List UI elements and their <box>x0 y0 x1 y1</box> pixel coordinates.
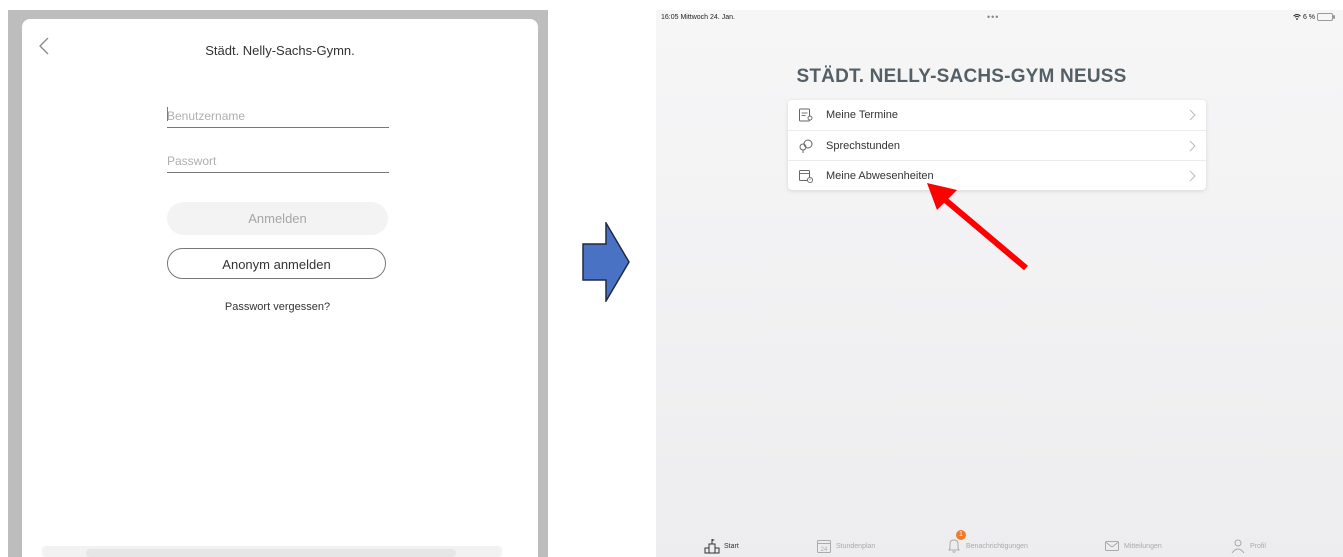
notification-badge: 1 <box>956 530 966 540</box>
svg-text:24: 24 <box>821 547 828 553</box>
person-icon <box>1231 539 1245 554</box>
menu-item-label: Meine Abwesenheiten <box>826 170 934 182</box>
app-home-screen: 16:05 Mittwoch 24. Jan. ••• 6 % STÄDT. N… <box>656 10 1343 557</box>
speech-bubbles-icon <box>799 139 813 153</box>
login-screen-frame: Städt. Nelly-Sachs-Gymn. Anmelden Anonym… <box>8 10 548 557</box>
battery-percent: 6 % <box>1302 13 1315 21</box>
calendar-person-icon <box>799 108 813 122</box>
tab-label: Benachrichtigungen <box>966 542 1028 550</box>
chevron-right-icon <box>1189 170 1196 182</box>
menu-item-sprechstunden[interactable]: Sprechstunden <box>788 130 1206 161</box>
status-indicators: 6 % <box>1293 13 1335 21</box>
chevron-right-icon <box>1189 140 1196 152</box>
tab-label: Mitteilungen <box>1124 542 1162 550</box>
menu-item-meine-termine[interactable]: Meine Termine <box>788 100 1206 130</box>
keyboard-assist-bar <box>42 546 502 557</box>
page-title: STÄDT. NELLY-SACHS-GYM NEUSS <box>796 66 1127 87</box>
login-sheet: Städt. Nelly-Sachs-Gymn. Anmelden Anonym… <box>22 19 538 557</box>
bell-icon <box>948 539 960 553</box>
forgot-password-link[interactable]: Passwort vergessen? <box>167 301 388 313</box>
calendar-clock-icon <box>799 170 814 184</box>
text-cursor <box>167 107 168 121</box>
tab-start[interactable]: Start <box>704 537 739 555</box>
chevron-right-icon <box>1189 109 1196 121</box>
keyboard-assist-bar-inner <box>86 549 456 557</box>
tab-profil[interactable]: Profil <box>1230 537 1266 555</box>
username-field[interactable] <box>167 105 389 128</box>
envelope-icon <box>1105 541 1119 551</box>
menu-card: Meine Termine Sprechstunden Meine Abwese… <box>788 100 1206 190</box>
tab-stundenplan[interactable]: 24 Stundenplan <box>816 537 875 555</box>
login-button[interactable]: Anmelden <box>167 202 388 235</box>
tab-bar: Start 24 Stundenplan Benachrichtigungen … <box>656 530 1343 557</box>
menu-item-label: Sprechstunden <box>826 140 900 152</box>
tab-mitteilungen[interactable]: Mitteilungen <box>1104 537 1162 555</box>
tab-label: Profil <box>1250 542 1266 550</box>
right-arrow-icon <box>582 222 630 302</box>
tab-label: Start <box>724 542 739 550</box>
multitask-dots[interactable]: ••• <box>987 12 999 22</box>
highlight-arrow-icon <box>927 183 1028 271</box>
tab-label: Stundenplan <box>836 542 876 550</box>
status-time-date: 16:05 Mittwoch 24. Jan. <box>661 14 735 21</box>
calendar-24-icon: 24 <box>817 540 831 553</box>
menu-item-label: Meine Termine <box>826 109 898 121</box>
wifi-icon <box>1293 14 1301 20</box>
anonymous-login-button[interactable]: Anonym anmelden <box>167 248 386 279</box>
school-building-icon <box>704 539 720 554</box>
school-name-title: Städt. Nelly-Sachs-Gymn. <box>205 43 355 58</box>
password-field[interactable] <box>167 150 389 173</box>
battery-icon <box>1317 13 1335 21</box>
